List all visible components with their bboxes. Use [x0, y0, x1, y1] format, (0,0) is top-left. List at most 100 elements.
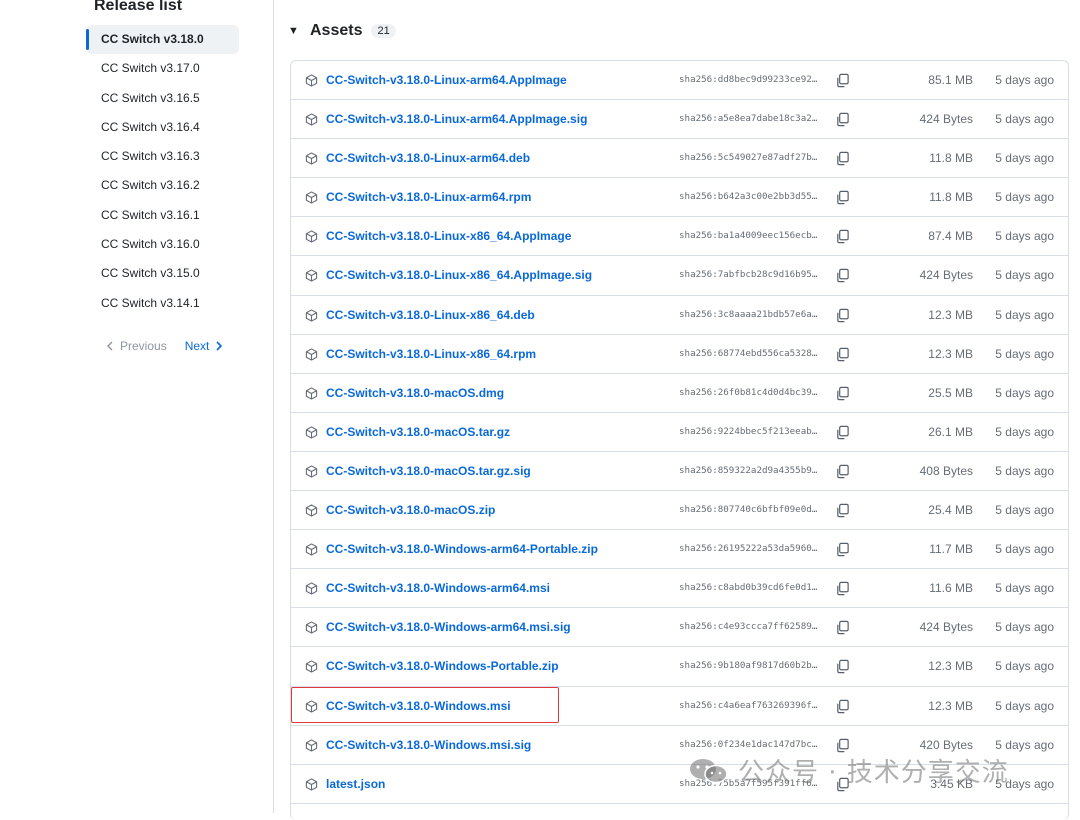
- asset-link[interactable]: CC-Switch-v3.18.0-Linux-x86_64.AppImage: [326, 229, 571, 243]
- copy-icon[interactable]: [835, 308, 851, 324]
- asset-date: 5 days ago: [995, 268, 1054, 283]
- asset-link[interactable]: CC-Switch-v3.18.0-macOS.zip: [326, 503, 495, 517]
- next-button[interactable]: Next: [185, 339, 224, 353]
- release-item[interactable]: CC Switch v3.16.4: [86, 113, 239, 142]
- assets-title: Assets: [310, 22, 363, 39]
- package-icon: [305, 582, 318, 598]
- release-item[interactable]: CC Switch v3.18.0: [86, 25, 239, 55]
- watermark: 公众号 · 技术分享交流: [688, 752, 1009, 789]
- asset-link[interactable]: CC-Switch-v3.18.0-Windows-arm64.msi: [326, 581, 550, 595]
- asset-link[interactable]: CC-Switch-v3.18.0-Windows.msi.sig: [326, 738, 531, 752]
- asset-size: 11.6 MB: [929, 581, 973, 596]
- copy-icon[interactable]: [835, 268, 851, 284]
- asset-size: 25.5 MB: [928, 385, 973, 400]
- copy-icon[interactable]: [835, 151, 851, 167]
- asset-size: 424 Bytes: [919, 620, 973, 635]
- copy-icon[interactable]: [835, 190, 851, 206]
- assets-count-badge: 21: [371, 24, 396, 38]
- copy-icon[interactable]: [835, 464, 851, 480]
- asset-sha256: sha256:ba1a4009eec156ecb…: [679, 230, 818, 242]
- release-item[interactable]: CC Switch v3.15.0: [86, 259, 239, 288]
- asset-row: CC-Switch-v3.18.0-Linux-arm64.deb sha256:…: [291, 139, 1068, 179]
- release-item[interactable]: CC Switch v3.16.1: [86, 201, 239, 230]
- asset-row: CC-Switch-v3.18.0-Windows-arm64.msi sha25…: [291, 569, 1068, 609]
- asset-date: 5 days ago: [995, 385, 1054, 400]
- asset-link[interactable]: CC-Switch-v3.18.0-macOS.dmg: [326, 386, 504, 400]
- asset-link[interactable]: CC-Switch-v3.18.0-Linux-arm64.AppImage.s…: [326, 112, 587, 126]
- asset-link[interactable]: CC-Switch-v3.18.0-Windows.msi: [326, 699, 511, 713]
- asset-link[interactable]: CC-Switch-v3.18.0-Linux-x86_64.AppImage.…: [326, 268, 592, 282]
- asset-size: 25.4 MB: [928, 503, 973, 518]
- asset-link[interactable]: CC-Switch-v3.18.0-Windows-arm64-Portable…: [326, 542, 598, 556]
- copy-icon[interactable]: [835, 581, 851, 597]
- asset-row: CC-Switch-v3.18.0-Linux-x86_64.AppImage s…: [291, 217, 1068, 257]
- asset-sha256: sha256:9b180af9817d60b2b…: [679, 660, 818, 672]
- package-icon: [305, 426, 318, 442]
- next-label: Next: [184, 339, 210, 353]
- copy-icon[interactable]: [835, 386, 851, 402]
- previous-button[interactable]: Previous: [106, 339, 167, 353]
- package-icon: [305, 778, 318, 794]
- asset-date: 5 days ago: [995, 737, 1054, 752]
- asset-link[interactable]: CC-Switch-v3.18.0-Linux-arm64.deb: [326, 151, 530, 165]
- release-sidebar: Release list CC Switch v3.18.0 CC Switch …: [0, 0, 274, 813]
- asset-size: 424 Bytes: [919, 112, 973, 127]
- asset-link[interactable]: latest.json: [326, 777, 385, 791]
- asset-sha256: sha256:dd8bec9d99233ce92…: [679, 74, 818, 85]
- asset-date: 5 days ago: [995, 424, 1054, 439]
- asset-size: 11.8 MB: [929, 151, 973, 166]
- copy-icon[interactable]: [835, 425, 851, 441]
- asset-link[interactable]: CC-Switch-v3.18.0-Windows-arm64.msi.sig: [326, 620, 571, 634]
- asset-sha256: sha256:859322a2d9a4355b9…: [679, 464, 818, 476]
- release-item[interactable]: CC Switch v3.16.3: [86, 142, 239, 171]
- assets-toggle[interactable]: ▼ Assets 21: [288, 22, 396, 40]
- release-item[interactable]: CC Switch v3.16.5: [86, 84, 239, 113]
- asset-date: 5 days ago: [995, 229, 1054, 244]
- release-item[interactable]: CC Switch v3.17.0: [86, 54, 239, 83]
- release-item[interactable]: CC Switch v3.14.1: [86, 289, 239, 318]
- asset-link[interactable]: CC-Switch-v3.18.0-Linux-x86_64.rpm: [326, 347, 536, 361]
- asset-row: CC-Switch-v3.18.0-Linux-arm64.rpm sha256:…: [291, 178, 1068, 218]
- copy-icon[interactable]: [835, 542, 851, 558]
- asset-row: CC-Switch-v3.18.0-macOS.dmg sha256:26f0b8…: [291, 374, 1068, 413]
- release-list-title: Release list: [94, 0, 183, 14]
- copy-icon[interactable]: [835, 659, 851, 675]
- asset-sha256: sha256:807740c6bfbf09e0d…: [679, 504, 818, 516]
- asset-sha256: sha256:c4a6eaf763269396f…: [679, 699, 818, 711]
- asset-size: 12.3 MB: [928, 346, 973, 361]
- asset-date: 5 days ago: [995, 581, 1054, 596]
- asset-size: 420 Bytes: [919, 737, 973, 752]
- asset-date: 5 days ago: [995, 190, 1054, 205]
- asset-link[interactable]: CC-Switch-v3.18.0-macOS.tar.gz: [326, 425, 510, 439]
- package-icon: [305, 465, 318, 481]
- package-icon: [305, 738, 318, 755]
- asset-sha256: sha256:c4e93ccca7ff62589…: [679, 621, 818, 633]
- asset-row: CC-Switch-v3.18.0-Windows.msi sha256:c4a6…: [291, 687, 1068, 726]
- asset-row: [291, 804, 1068, 820]
- copy-icon[interactable]: [835, 229, 851, 245]
- asset-row: CC-Switch-v3.18.0-macOS.tar.gz sha256:922…: [291, 413, 1068, 452]
- copy-icon[interactable]: [835, 699, 851, 715]
- caret-down-icon: ▼: [288, 25, 299, 37]
- asset-date: 5 days ago: [995, 463, 1054, 478]
- asset-link[interactable]: CC-Switch-v3.18.0-macOS.tar.gz.sig: [326, 464, 531, 478]
- asset-size: 12.3 MB: [928, 698, 973, 713]
- copy-icon[interactable]: [835, 620, 851, 636]
- asset-sha256: sha256:68774ebd556ca5328…: [679, 347, 818, 359]
- asset-link[interactable]: CC-Switch-v3.18.0-Windows-Portable.zip: [326, 659, 559, 673]
- copy-icon[interactable]: [835, 112, 851, 128]
- release-item[interactable]: CC Switch v3.16.2: [86, 171, 239, 200]
- asset-link[interactable]: CC-Switch-v3.18.0-Linux-x86_64.deb: [326, 308, 535, 322]
- copy-icon[interactable]: [835, 73, 851, 89]
- asset-row: CC-Switch-v3.18.0-Windows-arm64-Portable…: [291, 530, 1068, 570]
- copy-icon[interactable]: [835, 503, 851, 519]
- release-item[interactable]: CC Switch v3.16.0: [86, 230, 239, 259]
- asset-size: 408 Bytes: [919, 463, 973, 478]
- package-icon: [305, 308, 318, 325]
- asset-link[interactable]: CC-Switch-v3.18.0-Linux-arm64.rpm: [326, 190, 531, 204]
- asset-date: 5 days ago: [995, 698, 1054, 713]
- copy-icon[interactable]: [835, 347, 851, 363]
- asset-link[interactable]: CC-Switch-v3.18.0-Linux-arm64.AppImage: [326, 73, 567, 87]
- package-icon: [305, 699, 318, 716]
- package-icon: [305, 269, 318, 285]
